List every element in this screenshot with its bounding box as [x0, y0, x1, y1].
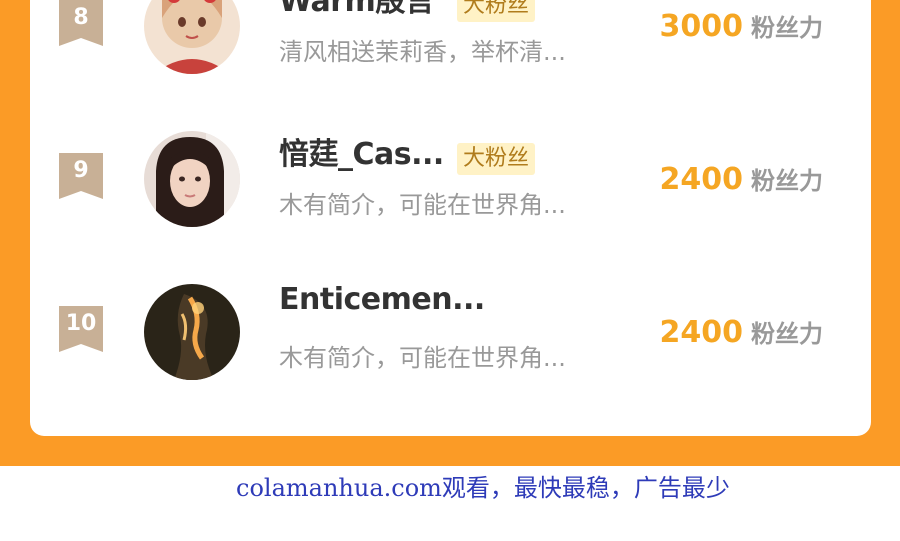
avatar[interactable] — [144, 284, 240, 380]
fans-number: 2400 — [659, 315, 744, 350]
fans-score: 2400 粉丝力 — [660, 161, 824, 197]
fans-unit: 粉丝力 — [751, 14, 823, 42]
user-bio: 木有简介，可能在世界角... — [279, 191, 566, 219]
user-name[interactable]: Warm殷言 — [279, 0, 435, 20]
fans-unit: 粉丝力 — [751, 167, 823, 195]
fans-unit: 粉丝力 — [751, 320, 823, 348]
fans-score: 3000 粉丝力 — [660, 8, 824, 44]
rank-number: 10 — [65, 311, 97, 336]
user-bio: 清风相送茉莉香，举杯清... — [279, 38, 566, 66]
avatar[interactable] — [144, 0, 240, 74]
user-bio: 木有简介，可能在世界角... — [279, 344, 566, 372]
rank-ribbon-icon: 8 — [59, 0, 103, 46]
fan-level-badge: 大粉丝 — [457, 143, 536, 175]
avatar[interactable] — [144, 131, 240, 227]
user-name[interactable]: Enticemen... — [279, 282, 485, 317]
ranking-row[interactable]: 10 Enticemen... 木有简介，可能在世界角... 2400 粉丝力 — [30, 276, 871, 386]
ranking-row[interactable]: 8 Warm殷言 大粉丝 清风相送茉莉香，举杯清... 3000 粉丝力 — [30, 0, 871, 80]
rank-ribbon-icon: 10 — [59, 306, 103, 352]
rank-number: 9 — [73, 158, 89, 183]
rank-number: 8 — [73, 5, 89, 30]
fans-score: 2400 粉丝力 — [660, 314, 824, 350]
fans-number: 3000 — [659, 9, 744, 44]
ranking-row[interactable]: 9 愔莛_Cas... 大粉丝 木有简介，可能在世界角... 2400 粉丝力 — [30, 123, 871, 233]
user-name[interactable]: 愔莛_Cas... — [279, 129, 444, 173]
fan-level-badge: 大粉丝 — [457, 0, 536, 22]
fan-ranking-card: 8 Warm殷言 大粉丝 清风相送茉莉香，举杯清... 3000 粉丝力 9 愔… — [30, 0, 871, 436]
rank-ribbon-icon: 9 — [59, 153, 103, 199]
fans-number: 2400 — [659, 162, 744, 197]
footer-watermark-text[interactable]: colamanhua.com观看，最快最稳，广告最少 — [236, 468, 730, 503]
